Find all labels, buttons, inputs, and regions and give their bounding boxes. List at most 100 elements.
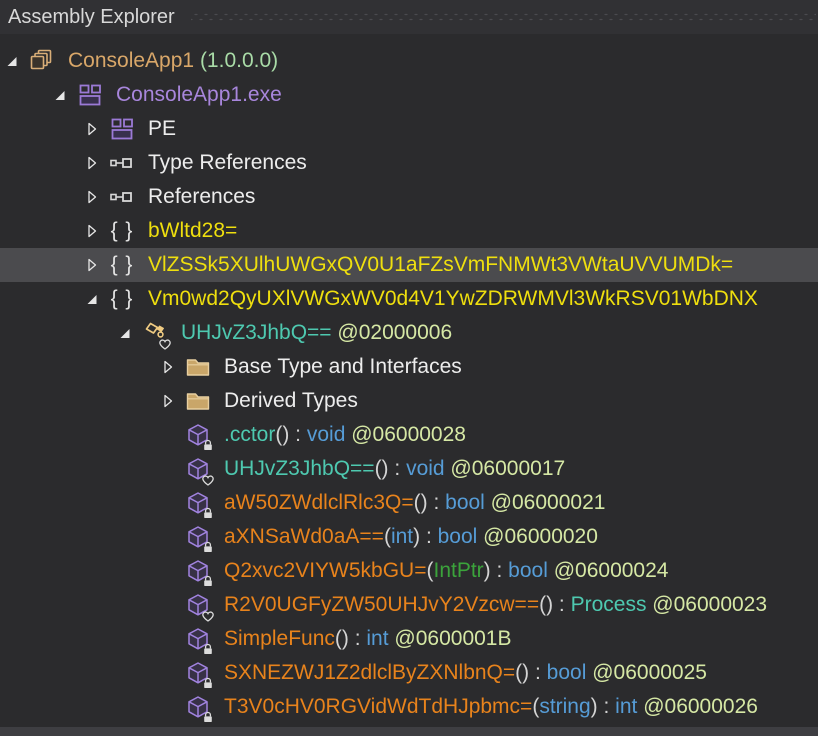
- tree-row-label: aXNSaWd0aA==(int) : bool @06000020: [224, 525, 598, 549]
- lock-overlay-icon: [201, 506, 215, 520]
- panel-title: Assembly Explorer: [0, 6, 175, 29]
- label-part: References: [148, 185, 255, 209]
- label-part: (: [532, 695, 539, 719]
- tree-row-namespace-vlzssk5x[interactable]: { }VlZSSk5XUlhUWGxQV0U1aFZsVmFNMWt3VWtaU…: [0, 248, 818, 282]
- folder-icon: [184, 387, 212, 415]
- label-part: bool: [547, 661, 587, 685]
- horizontal-scrollbar[interactable]: [0, 727, 818, 736]
- label-part: aW50ZWdlclRlc3Q=: [224, 491, 414, 515]
- chevron-collapsed-icon[interactable]: [84, 121, 100, 137]
- tree-row-label: Type References: [148, 151, 307, 175]
- folder-icon: [184, 353, 212, 381]
- label-part: () :: [375, 457, 407, 481]
- label-part: aXNSaWd0aA==: [224, 525, 384, 549]
- chevron-expanded-icon[interactable]: [84, 291, 100, 307]
- namespace-icon: { }: [108, 285, 136, 313]
- label-part: R2V0UGFyZW50UHJvY2Vzcw==: [224, 593, 539, 617]
- lock-overlay-icon: [201, 574, 215, 588]
- label-part: @0600001B: [389, 627, 512, 651]
- method-icon: [184, 489, 212, 517]
- label-part: (: [426, 559, 433, 583]
- chevron-spacer: [160, 529, 176, 545]
- panel-titlebar[interactable]: Assembly Explorer: [0, 0, 818, 34]
- method-icon: [184, 523, 212, 551]
- tree-row-method-simplefunc[interactable]: SimpleFunc() : int @0600001B: [0, 622, 818, 656]
- lock-overlay-icon: [201, 676, 215, 690]
- tree-row-namespace-bwltd28[interactable]: { } bWltd28=: [0, 214, 818, 248]
- label-part: Type References: [148, 151, 307, 175]
- chevron-collapsed-icon[interactable]: [160, 393, 176, 409]
- tree-row-method-t3v0chv0rgvidwdtdhjpbmc[interactable]: T3V0cHV0RGVidWdTdHJpbmc=(string) : int @…: [0, 690, 818, 724]
- chevron-collapsed-icon[interactable]: [84, 223, 100, 239]
- tree-row-label: R2V0UGFyZW50UHJvY2Vzcw==() : Process @06…: [224, 593, 767, 617]
- label-part: ) :: [484, 559, 509, 583]
- tree-row-method-ctor-uhjvz3jhbq[interactable]: UHJvZ3JhbQ==() : void @06000017: [0, 452, 818, 486]
- lock-overlay-icon: [201, 438, 215, 452]
- label-part: bool: [438, 525, 478, 549]
- tree-row-derived-types[interactable]: Derived Types: [0, 384, 818, 418]
- method-icon: [184, 659, 212, 687]
- chevron-collapsed-icon[interactable]: [160, 359, 176, 375]
- reference-icon: [108, 149, 136, 177]
- chevron-collapsed-icon[interactable]: [84, 189, 100, 205]
- tree-row-pe[interactable]: PE: [0, 112, 818, 146]
- label-part: bWltd28=: [148, 219, 237, 243]
- chevron-expanded-icon[interactable]: [4, 53, 20, 69]
- tree-row-label: UHJvZ3JhbQ==() : void @06000017: [224, 457, 565, 481]
- method-icon: [184, 693, 212, 721]
- titlebar-grip-dots: [191, 0, 816, 34]
- tree-row-label: ConsoleApp1 (1.0.0.0): [68, 49, 278, 73]
- tree-row-label: VlZSSk5XUlhUWGxQV0U1aFZsVmFNMWt3VWtaUVVU…: [148, 253, 733, 277]
- tree-row-assembly-consoleapp1[interactable]: ConsoleApp1 (1.0.0.0): [0, 44, 818, 78]
- chevron-spacer: [160, 427, 176, 443]
- tree-row-method-q2xvc2viyw5kbgu[interactable]: Q2xvc2VIYW5kbGU=(IntPtr) : bool @0600002…: [0, 554, 818, 588]
- namespace-icon: { }: [108, 217, 136, 245]
- label-part: () :: [335, 627, 367, 651]
- tree-row-base-type-and-interfaces[interactable]: Base Type and Interfaces: [0, 350, 818, 384]
- lock-overlay-icon: [201, 540, 215, 554]
- label-part: @06000021: [485, 491, 606, 515]
- tree-row-method-aw50zwdlclrlc3q[interactable]: aW50ZWdlclRlc3Q=() : bool @06000021: [0, 486, 818, 520]
- tree-row-references[interactable]: References: [0, 180, 818, 214]
- label-part: void: [406, 457, 445, 481]
- module-icon: [108, 115, 136, 143]
- assembly-explorer-panel: Assembly Explorer ConsoleApp1 (1.0.0.0) …: [0, 0, 818, 736]
- tree-row-type-references[interactable]: Type References: [0, 146, 818, 180]
- label-part: UHJvZ3JhbQ==: [181, 321, 332, 345]
- label-part: @06000023: [646, 593, 767, 617]
- tree-row-method-r2v0ugfyzw50[interactable]: R2V0UGFyZW50UHJvY2Vzcw==() : Process @06…: [0, 588, 818, 622]
- label-part: IntPtr: [433, 559, 483, 583]
- tree-row-class-uhjvz3jhbq[interactable]: UHJvZ3JhbQ== @02000006: [0, 316, 818, 350]
- chevron-expanded-icon[interactable]: [52, 87, 68, 103]
- chevron-spacer: [160, 597, 176, 613]
- lock-overlay-icon: [201, 642, 215, 656]
- tree-row-label: ConsoleApp1.exe: [116, 83, 282, 107]
- module-icon: [76, 81, 104, 109]
- lock-overlay-icon: [201, 710, 215, 724]
- chevron-collapsed-icon[interactable]: [84, 257, 100, 273]
- chevron-spacer: [160, 563, 176, 579]
- tree-row-label: T3V0cHV0RGVidWdTdHJpbmc=(string) : int @…: [224, 695, 758, 719]
- label-part: ) :: [413, 525, 438, 549]
- label-part: int: [615, 695, 637, 719]
- chevron-expanded-icon[interactable]: [117, 325, 133, 341]
- tree-row-method-axnsawd0aa[interactable]: aXNSaWd0aA==(int) : bool @06000020: [0, 520, 818, 554]
- label-part: string: [539, 695, 590, 719]
- tree-row-method-sxnezwj1z2dlclbyzxnlbnq[interactable]: SXNEZWJ1Z2dlclByZXNlbnQ=() : bool @06000…: [0, 656, 818, 690]
- chevron-collapsed-icon[interactable]: [84, 155, 100, 171]
- tree-row-label: PE: [148, 117, 176, 141]
- tree-row-module-consoleapp1-exe[interactable]: ConsoleApp1.exe: [0, 78, 818, 112]
- label-part: Vm0wd2QyUXlVWGxWV0d4V1YwZDRWMVl3WkRSV01W…: [148, 287, 758, 311]
- label-part: Derived Types: [224, 389, 358, 413]
- tree-row-namespace-vm0wd2qy[interactable]: { } Vm0wd2QyUXlVWGxWV0d4V1YwZDRWMVl3WkRSV…: [0, 282, 818, 316]
- label-part: bool: [445, 491, 485, 515]
- label-part: @06000025: [586, 661, 707, 685]
- chevron-spacer: [160, 631, 176, 647]
- label-part: bool: [508, 559, 548, 583]
- label-part: .cctor: [224, 423, 275, 447]
- label-part: PE: [148, 117, 176, 141]
- tree: ConsoleApp1 (1.0.0.0) ConsoleApp1.exe PE…: [0, 34, 818, 724]
- tree-row-label: References: [148, 185, 255, 209]
- tree-row-method-cctor[interactable]: .cctor() : void @06000028: [0, 418, 818, 452]
- tree-row-label: Base Type and Interfaces: [224, 355, 462, 379]
